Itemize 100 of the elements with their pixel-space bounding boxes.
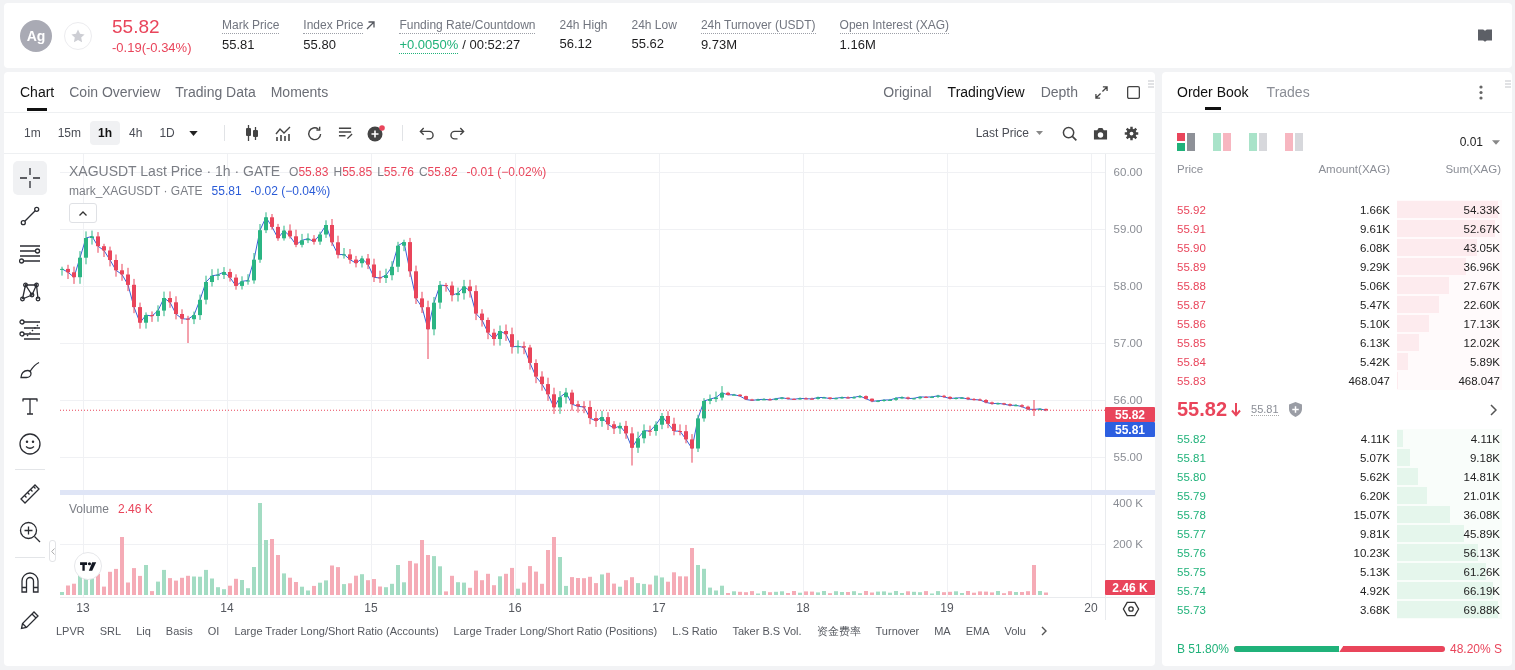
ohlc-key: C — [418, 165, 428, 179]
refresh-icon[interactable] — [306, 125, 322, 141]
logo-icon[interactable] — [74, 552, 102, 580]
chevron-up-icon — [79, 210, 87, 216]
indicator-tab[interactable]: LPVR — [56, 623, 85, 639]
line-chart-icon[interactable] — [275, 125, 292, 141]
drag-handle-icon[interactable] — [1505, 80, 1511, 88]
drawing-tool-button[interactable] — [13, 161, 47, 195]
last-price: 55.82 — [1177, 398, 1228, 421]
indicator-tab[interactable]: Large Trader Long/Short Ratio (Positions) — [453, 623, 658, 639]
undo-icon[interactable] — [418, 126, 434, 140]
stat-value: 9.73M — [700, 36, 738, 53]
order-sum: 66.19K — [1463, 584, 1501, 597]
ask-price: 55.91 — [1177, 222, 1207, 235]
collapse-legend-button[interactable] — [69, 203, 97, 223]
stat-label: 24h Turnover (USDT) — [700, 17, 816, 34]
time-axis-label: 13 — [76, 601, 90, 615]
time-axis-label: 14 — [220, 601, 234, 615]
more-icon[interactable] — [1479, 84, 1483, 100]
price-axis-label: 55.00 — [1113, 451, 1143, 463]
interval-tab[interactable]: 1m — [16, 121, 49, 145]
price-source-dropdown[interactable]: Last Price — [975, 126, 1043, 140]
indicator-tab[interactable]: 资金费率 — [816, 623, 861, 639]
chart-tab[interactable]: Trading Data — [175, 72, 256, 112]
indicator-tab[interactable]: Basis — [165, 623, 193, 639]
view-tab[interactable]: TradingView — [947, 82, 1025, 102]
ask-price: 55.88 — [1177, 279, 1207, 292]
coin-logo: Ag — [20, 19, 52, 52]
sell-ratio: 48.20% S — [1449, 642, 1502, 656]
redo-icon[interactable] — [449, 126, 465, 140]
order-sum: 69.88K — [1463, 603, 1501, 616]
add-circle-icon[interactable] — [367, 124, 386, 142]
bid-price: 55.76 — [1177, 546, 1207, 559]
order-amount: 3.68K — [1358, 603, 1391, 616]
shield-icon — [1288, 402, 1302, 417]
settings-icon[interactable] — [1124, 125, 1139, 141]
interval-tab[interactable]: 4h — [121, 121, 151, 145]
price-change: -0.19(-0.34%) — [112, 39, 192, 56]
indicator-tab[interactable]: Large Trader Long/Short Ratio (Accounts) — [234, 623, 439, 639]
stat-value: 55.81 — [222, 36, 255, 53]
settings-icon[interactable] — [1122, 601, 1140, 617]
book-layout-icon[interactable] — [1177, 133, 1195, 151]
volume-axis-label: 400 K — [1112, 497, 1144, 509]
indicator-tab[interactable]: Turnover — [875, 623, 920, 639]
drag-handle-icon[interactable] — [1148, 80, 1154, 88]
order-sum: 21.01K — [1463, 489, 1501, 502]
column-header: Sum(XAG) — [1444, 162, 1502, 176]
caret-down-icon — [1036, 131, 1043, 135]
caret-down-icon[interactable] — [188, 130, 198, 136]
time-axis-label: 17 — [652, 601, 666, 615]
order-sum: 36.96K — [1463, 260, 1501, 273]
precision-dropdown[interactable]: 0.01 — [1459, 135, 1500, 149]
ohlc-value: 55.83 — [298, 165, 329, 179]
order-amount: 6.20K — [1358, 489, 1391, 502]
square-icon[interactable] — [1127, 85, 1140, 99]
order-amount: 5.10K — [1358, 317, 1391, 330]
chart-tab[interactable]: Coin Overview — [69, 72, 161, 112]
chevron-right-icon[interactable] — [1490, 403, 1497, 416]
candlestick-icon[interactable] — [245, 125, 260, 141]
indicator-tab[interactable]: SRL — [99, 623, 122, 639]
book-icon[interactable] — [1478, 29, 1492, 42]
order-sum: 43.05K — [1463, 241, 1501, 254]
stat-label: 24h Low — [631, 17, 677, 33]
interval-tab[interactable]: 1D — [151, 121, 183, 145]
order-sum: 36.08K — [1463, 508, 1501, 521]
indicator-tab[interactable]: MA — [934, 623, 951, 639]
indicator-tab[interactable]: Taker B.S Vol. — [732, 623, 802, 639]
indicator-tab[interactable]: OI — [207, 623, 220, 639]
countdown-value: / 00:52:27 — [462, 36, 521, 53]
expand-icon[interactable] — [1095, 85, 1108, 99]
smiley-icon — [19, 433, 41, 455]
ohlc-value: 55.76 — [383, 165, 414, 179]
indicator-tab[interactable]: EMA — [965, 623, 990, 639]
chart-tab[interactable]: Moments — [270, 72, 329, 112]
ohlc-value: 55.85 — [342, 165, 373, 179]
time-axis-label: 19 — [940, 601, 954, 615]
bid-price: 55.82 — [1177, 432, 1207, 445]
view-tab[interactable]: Original — [883, 82, 932, 102]
list-icon[interactable] — [337, 126, 353, 140]
interval-tab[interactable]: 1h — [90, 121, 121, 145]
ask-price: 55.89 — [1177, 260, 1207, 273]
ruler-icon — [19, 483, 41, 505]
order-sum: 14.81K — [1463, 470, 1501, 483]
price-change: -0.01 (−0.02%) — [466, 165, 547, 179]
ask-price: 55.83 — [1177, 374, 1207, 387]
view-tab[interactable]: Depth — [1040, 82, 1078, 102]
stat-label: Index Price — [303, 17, 364, 34]
interval-tab[interactable]: 15m — [49, 121, 89, 145]
stat-value: +0.0050% — [399, 36, 459, 54]
search-icon[interactable] — [1062, 125, 1077, 141]
indicator-tab[interactable]: Liq — [136, 623, 151, 639]
chevron-left-icon — [50, 547, 55, 555]
indicator-tab[interactable]: Volu — [1004, 623, 1026, 639]
order-amount: 5.13K — [1358, 565, 1391, 578]
camera-icon[interactable] — [1093, 126, 1108, 140]
chevron-right-icon[interactable] — [1040, 626, 1047, 636]
pattern-icon — [19, 281, 41, 303]
indicator-tab[interactable]: L.S Ratio — [672, 623, 718, 639]
order-amount: 10.23K — [1352, 546, 1391, 559]
stat-label: 24h High — [559, 17, 608, 33]
